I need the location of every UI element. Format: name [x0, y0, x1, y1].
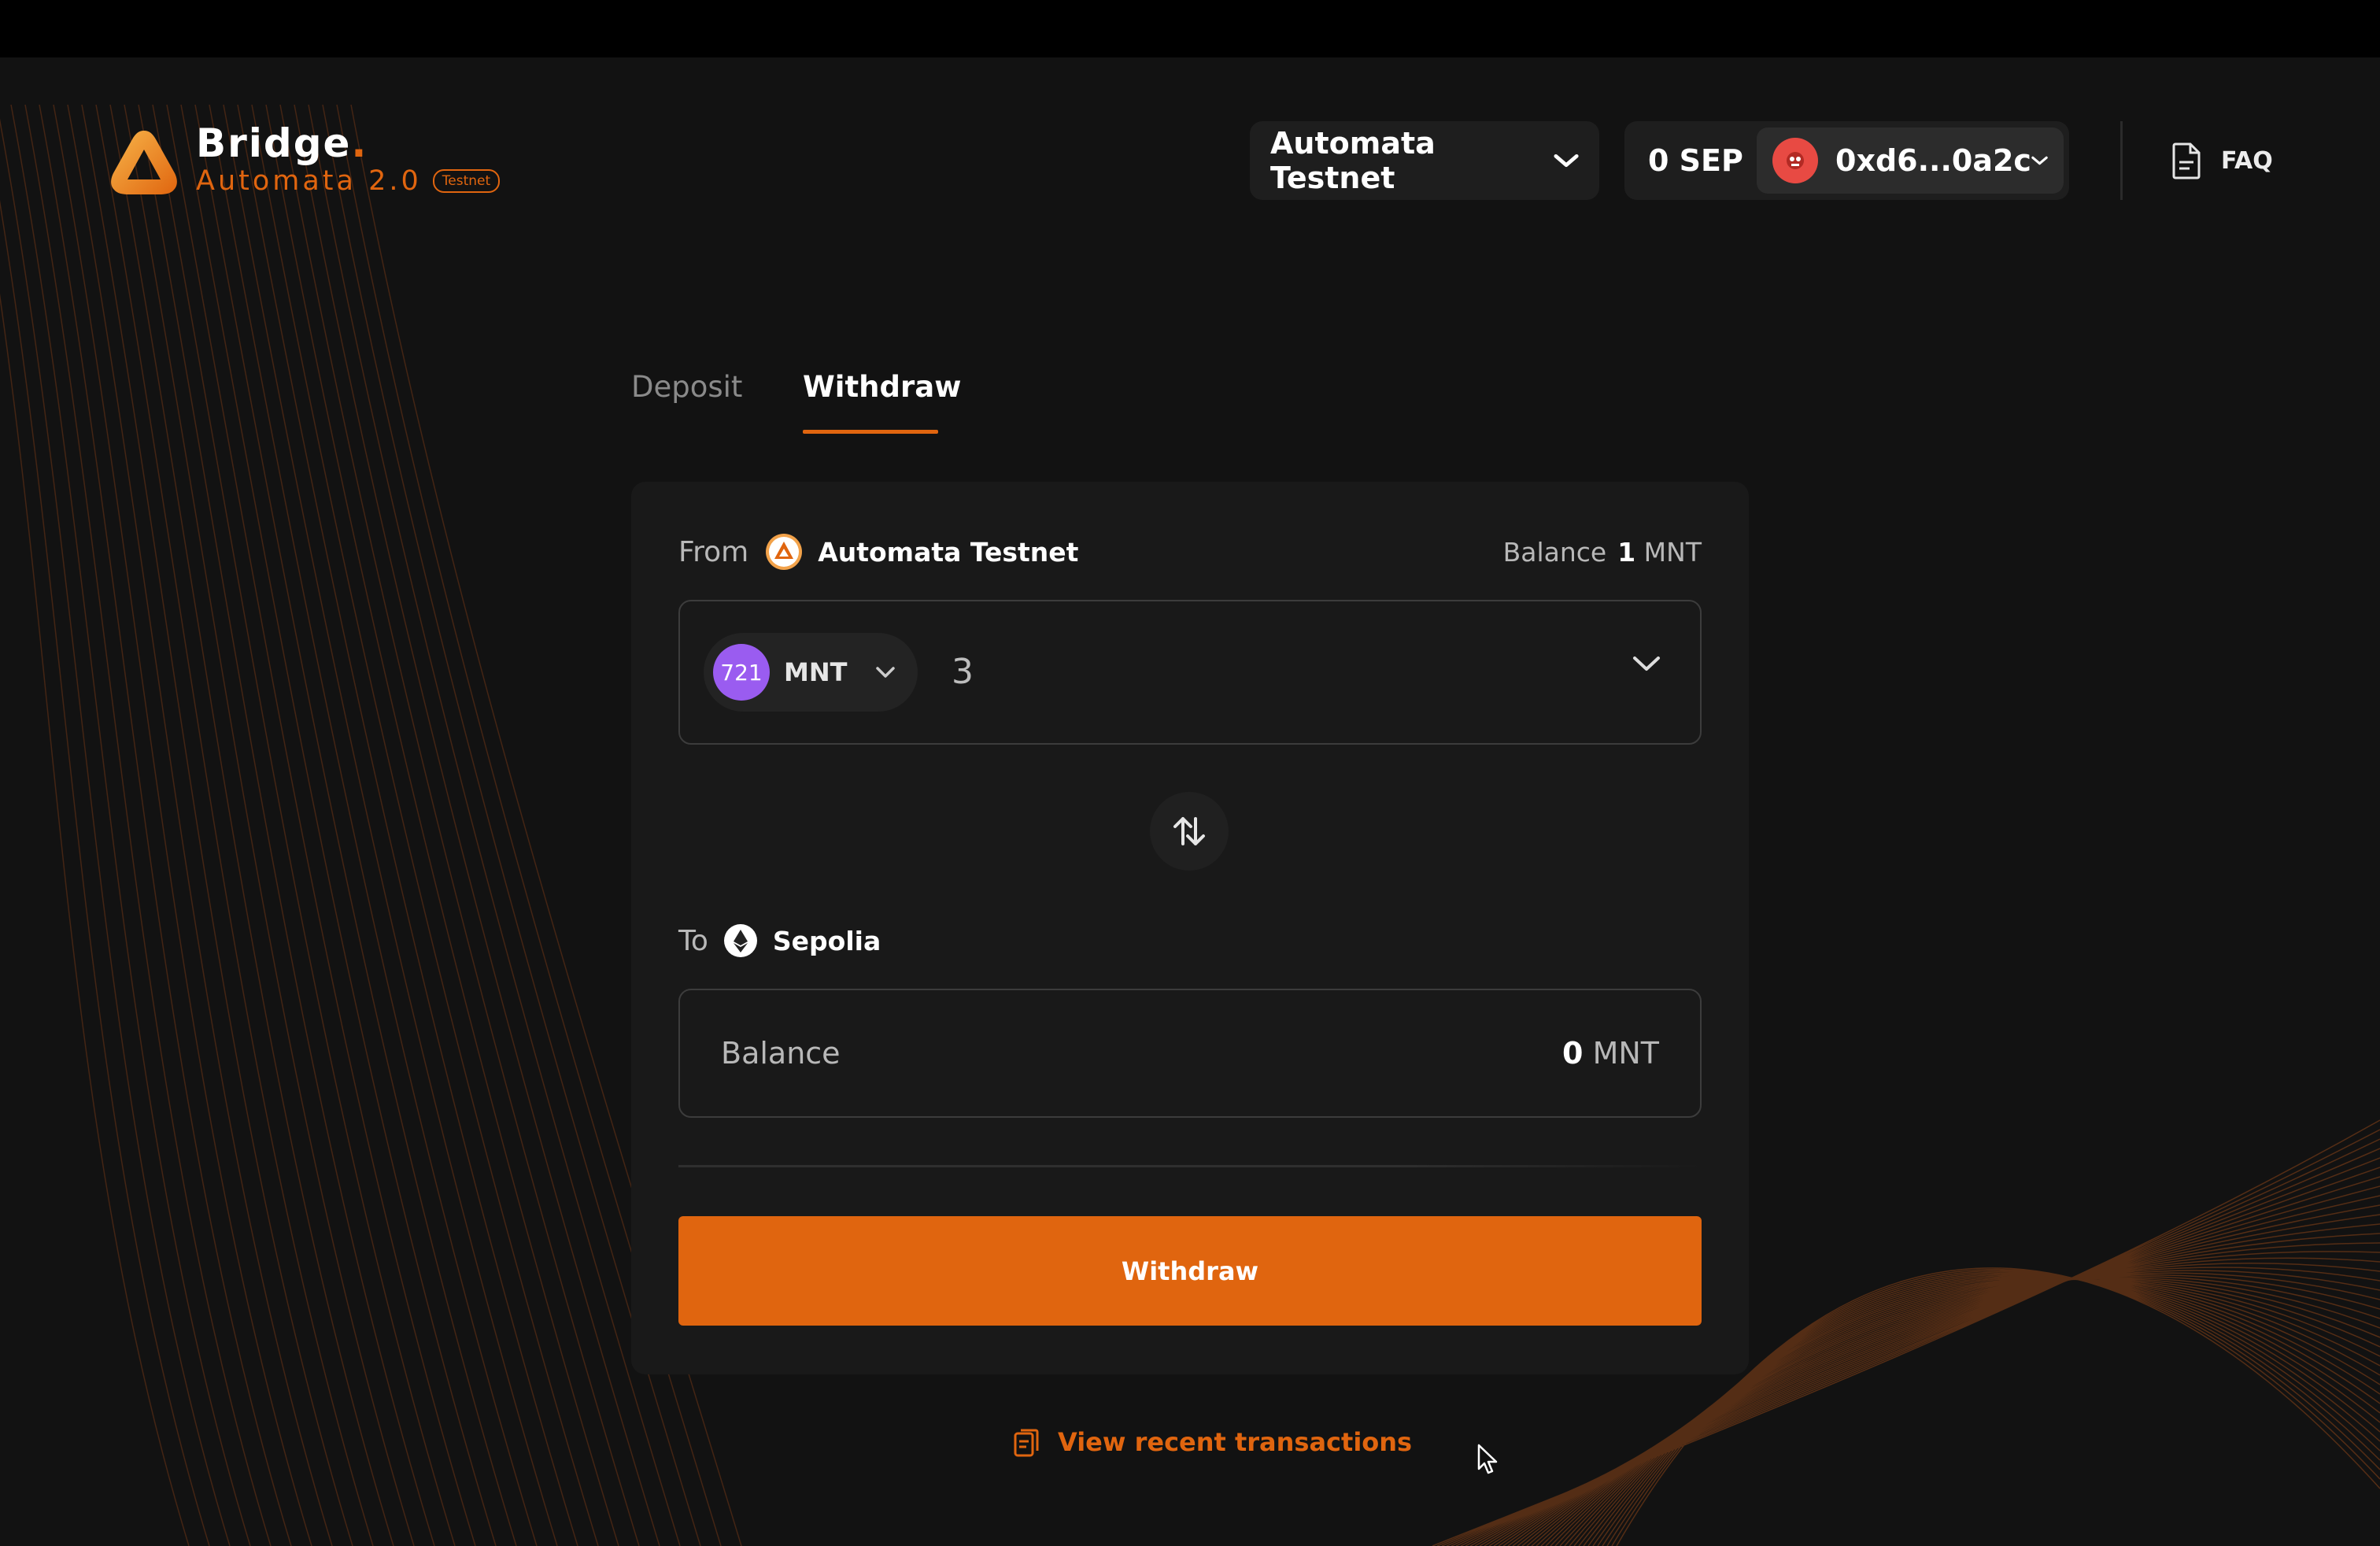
chevron-down-icon: [1554, 153, 1579, 168]
avatar-icon: [1772, 138, 1818, 183]
amount-input-box[interactable]: 721 MNT 3: [678, 600, 1702, 745]
brand-block: Bridge. Automata 2.0 Testnet: [196, 118, 501, 198]
brand-subtitle: Automata 2.0: [196, 165, 422, 197]
clipboard-icon: [1014, 1429, 1039, 1457]
automata-network-icon: [766, 534, 803, 570]
brand-title: Bridge.: [196, 120, 368, 166]
to-balance-label: Balance: [721, 1036, 841, 1071]
swap-arrows-icon: [1173, 817, 1205, 845]
mouse-cursor-icon: [1477, 1444, 1498, 1474]
to-network-name: Sepolia: [772, 925, 881, 956]
chevron-down-icon: [2031, 156, 2048, 165]
tab-deposit[interactable]: Deposit: [631, 370, 742, 404]
to-row: To Sepolia: [678, 921, 881, 960]
token-selector[interactable]: 721 MNT: [704, 633, 918, 712]
from-label: From: [678, 535, 749, 568]
active-tab-indicator: [803, 430, 938, 434]
to-balance-value: 0: [1562, 1036, 1584, 1071]
from-row: From Automata Testnet: [678, 532, 1078, 571]
testnet-badge: Testnet: [432, 169, 501, 193]
browser-top-bar: [0, 0, 2380, 57]
from-balance-value: 1: [1617, 536, 1636, 568]
wallet-address: 0xd6...0a2c: [1835, 143, 2031, 178]
withdraw-button[interactable]: Withdraw: [678, 1216, 1702, 1326]
amount-input[interactable]: 3: [952, 633, 974, 712]
tab-withdraw[interactable]: Withdraw: [803, 370, 961, 404]
wallet-address-button[interactable]: 0xd6...0a2c: [1757, 128, 2064, 194]
from-balance-unit: MNT: [1643, 536, 1702, 568]
card-divider: [678, 1165, 1702, 1167]
faq-label: FAQ: [2221, 146, 2273, 175]
document-icon: [2172, 142, 2201, 179]
header-divider: [2120, 121, 2123, 200]
token-icon: 721: [713, 644, 770, 701]
destination-balance-box: Balance 0 MNT: [678, 989, 1702, 1118]
wallet-balance: 0 SEP: [1648, 143, 1743, 178]
recent-transactions-label: View recent transactions: [1058, 1427, 1413, 1457]
from-balance-label: Balance: [1502, 536, 1607, 568]
network-selector-button[interactable]: Automata Testnet: [1250, 121, 1599, 200]
automata-logo-icon: [111, 131, 177, 194]
swap-direction-button[interactable]: [1150, 792, 1229, 871]
network-selector-label: Automata Testnet: [1270, 126, 1436, 195]
chevron-down-icon: [876, 667, 896, 678]
from-balance: Balance 1 MNT: [1503, 532, 1702, 571]
chevron-down-icon[interactable]: [1632, 655, 1661, 672]
token-symbol: MNT: [784, 657, 848, 687]
faq-link[interactable]: FAQ: [2171, 139, 2273, 183]
recent-transactions-link[interactable]: View recent transactions: [1012, 1423, 1412, 1461]
to-balance-unit: MNT: [1592, 1036, 1659, 1071]
wallet-box: 0 SEP 0xd6...0a2c: [1624, 121, 2069, 200]
ethereum-icon: [723, 924, 757, 957]
to-label: To: [678, 924, 708, 957]
from-network-name: Automata Testnet: [818, 536, 1079, 568]
